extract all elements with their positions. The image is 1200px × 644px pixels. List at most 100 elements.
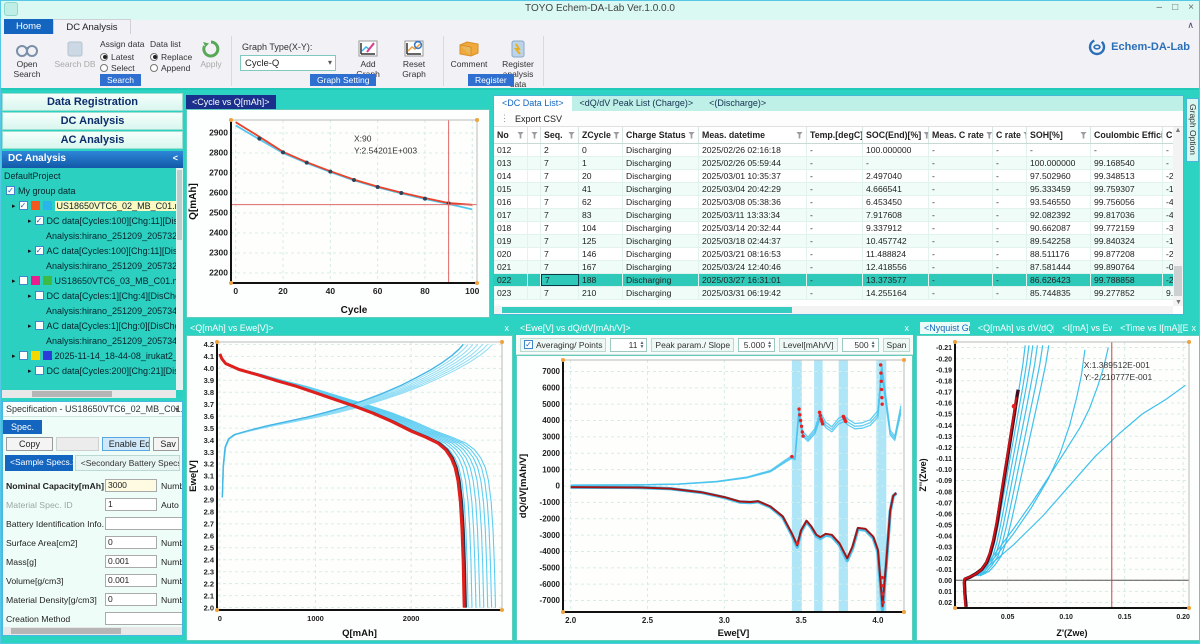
table-cell[interactable]: -4.567895 [1163,196,1173,208]
table-cell[interactable]: - [807,183,863,195]
table-cell[interactable]: 4.666541 [863,183,929,195]
spec-horizontal-scrollbar[interactable] [3,627,182,635]
table-cell[interactable]: 99.756056 [1091,196,1163,208]
radio-latest[interactable]: Latest [100,51,144,62]
spec-field-input[interactable] [105,612,183,625]
table-cell[interactable]: 14.255164 [863,287,929,299]
table-cell[interactable]: - [993,157,1027,169]
filter-icon[interactable] [613,132,620,139]
table-cell[interactable]: - [929,274,993,286]
table-cell[interactable]: 89.542258 [1027,235,1091,247]
tab-discharge[interactable]: <(Discharge)> [701,96,774,111]
table-cell[interactable] [528,157,541,169]
copy-button[interactable]: Copy [6,437,53,451]
table-cell[interactable]: 99.277852 [1091,287,1163,299]
radio-replace[interactable]: Replace [150,51,192,62]
table-cell[interactable] [528,287,541,299]
table-cell[interactable]: 99.772159 [1091,222,1163,234]
table-cell[interactable]: Discharging [623,287,699,299]
export-csv-button[interactable]: Export CSV [515,114,562,124]
minimize-button[interactable]: – [1157,2,1163,13]
table-cell[interactable]: 146 [579,248,623,260]
tab-nyquist-1[interactable]: <Q[mAh] vs dV/dQ[V/n [974,322,1054,334]
tab-secondary-battery-specs[interactable]: <Secondary Battery Specs.> [75,455,180,471]
column-header[interactable]: Meas. datetime [699,127,807,143]
checkbox-icon[interactable] [35,291,44,300]
table-cell[interactable]: - [807,248,863,260]
tab-dc-data-list[interactable]: <DC Data List> [494,96,572,111]
column-header[interactable]: ZCycle [579,127,623,143]
filter-icon[interactable] [688,132,695,139]
table-cell[interactable]: 021 [494,261,528,273]
table-cell[interactable] [528,261,541,273]
table-cell[interactable]: - [929,209,993,221]
table-row[interactable]: 015741Discharging2025/03/04 20:42:29-4.6… [494,183,1173,196]
table-cell[interactable]: 99.890764 [1091,261,1163,273]
table-cell[interactable]: 100.000000 [863,144,929,156]
table-cell[interactable]: 88.511176 [1027,248,1091,260]
table-cell[interactable] [528,196,541,208]
column-header[interactable]: Temp.[degC] [807,127,863,143]
filter-icon[interactable] [1080,132,1087,139]
table-cell[interactable]: 99.817036 [1091,209,1163,221]
table-cell[interactable]: 62 [579,196,623,208]
filter-icon[interactable] [796,132,803,139]
table-row[interactable]: 0197125Discharging2025/03/18 02:44:37-10… [494,235,1173,248]
table-cell[interactable]: 013 [494,157,528,169]
table-row[interactable]: 0187104Discharging2025/03/14 20:32:44-9.… [494,222,1173,235]
tree-item[interactable]: ▸DC data[Cycles:200][Chg:21][DisChg:30] [2,363,183,378]
tree-vertical-scrollbar[interactable] [176,168,183,390]
table-cell[interactable]: Discharging [623,157,699,169]
table-cell[interactable]: - [807,261,863,273]
table-cell[interactable]: 100.000000 [1027,157,1091,169]
radio-select[interactable]: Select [100,62,144,73]
table-cell[interactable]: 2025/03/18 02:44:37 [699,235,807,247]
tree-item[interactable]: ▸AC data[Cycles:1][Chg:0][DisChg:18] [2,318,183,333]
table-cell[interactable] [528,235,541,247]
nyquist-chart[interactable]: 0.050.100.150.20-0.21-0.20-0.19-0.18-0.1… [917,336,1199,640]
column-header[interactable]: Seq. [541,127,579,143]
tree-item[interactable]: Analysis:hirano_251209_205734 [2,333,183,348]
table-vertical-scrollbar[interactable]: ▲▼ [1173,127,1183,306]
table-cell[interactable]: 7 [541,157,579,169]
table-cell[interactable]: - [993,209,1027,221]
table-row[interactable]: 01371Discharging2025/02/26 05:59:44----1… [494,157,1173,170]
table-cell[interactable]: 9.337912 [863,222,929,234]
table-cell[interactable]: Discharging [623,144,699,156]
column-header[interactable]: Meas. C rate [929,127,993,143]
table-cell[interactable]: - [929,183,993,195]
specification-header-dropdown[interactable]: Specification - US18650VTC6_02_MB_C01.mp… [3,402,182,417]
table-cell[interactable]: - [929,287,993,299]
table-cell[interactable]: 022 [494,274,528,286]
tree-item[interactable]: ▸✓DC data[Cycles:100][Chg:11][DisChg:12] [2,213,183,228]
table-cell[interactable]: 97.502960 [1027,170,1091,182]
table-cell[interactable]: - [807,170,863,182]
reset-graph-button[interactable]: Reset Graph [392,40,436,80]
cycle-q-chart[interactable]: 0204060801002200230024002500260027002800… [187,110,489,317]
table-row[interactable]: 014720Discharging2025/03/01 10:35:37-2.4… [494,170,1173,183]
table-cell[interactable]: 7 [541,287,579,299]
checkbox-icon[interactable] [19,351,28,360]
table-cell[interactable]: 2025/03/31 06:19:42 [699,287,807,299]
table-cell[interactable]: - [1163,144,1173,156]
table-cell[interactable]: 11.488824 [863,248,929,260]
table-cell[interactable]: - [929,235,993,247]
table-cell[interactable]: - [929,170,993,182]
table-cell[interactable]: 019 [494,235,528,247]
tab-graph-option[interactable]: Graph Option [1186,98,1199,162]
close-icon[interactable]: x [905,323,910,333]
spec-field-input[interactable]: 3000 [105,479,157,492]
table-cell[interactable]: 2025/03/01 10:35:37 [699,170,807,182]
table-cell[interactable]: 12.418556 [863,261,929,273]
tree-item[interactable]: ▸DC data[Cycles:1][Chg:4][DisChg:22] [2,288,183,303]
table-cell[interactable]: 99.348513 [1091,170,1163,182]
table-cell[interactable]: 2025/03/11 13:33:34 [699,209,807,221]
table-cell[interactable]: 210 [579,287,623,299]
table-cell[interactable]: - [993,222,1027,234]
table-cell[interactable]: 2 [541,144,579,156]
table-row[interactable]: 01220Discharging2025/02/26 02:16:18-100.… [494,144,1173,157]
table-cell[interactable]: 86.626423 [1027,274,1091,286]
table-cell[interactable]: Discharging [623,274,699,286]
table-cell[interactable]: 7 [541,209,579,221]
table-cell[interactable]: Discharging [623,248,699,260]
